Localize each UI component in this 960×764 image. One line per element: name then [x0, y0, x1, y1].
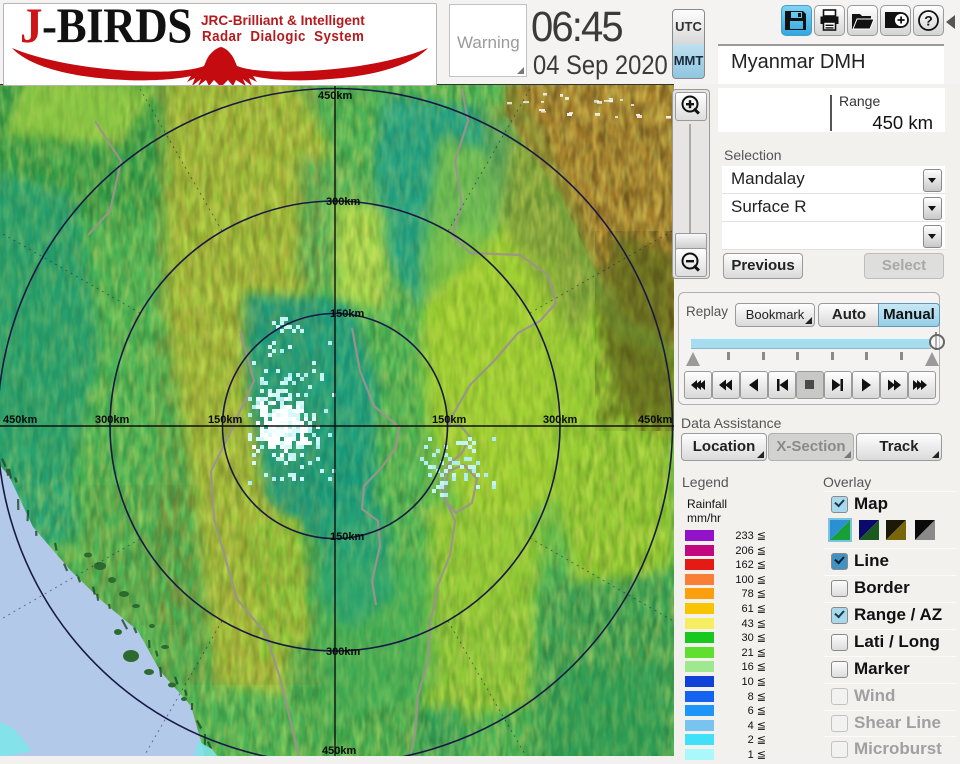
svg-text:300km: 300km [543, 414, 577, 426]
svg-text:150km: 150km [330, 308, 364, 320]
svg-text:450km: 450km [638, 414, 672, 426]
svg-text:150km: 150km [208, 414, 242, 426]
svg-text:150km: 150km [330, 531, 364, 543]
svg-text:300km: 300km [95, 414, 129, 426]
svg-text:150km: 150km [432, 414, 466, 426]
svg-text:300km: 300km [326, 646, 360, 658]
svg-text:450km: 450km [322, 745, 356, 756]
svg-text:?: ? [924, 13, 933, 29]
svg-text:300km: 300km [326, 196, 360, 208]
svg-text:450km: 450km [3, 414, 37, 426]
svg-text:450km: 450km [318, 90, 352, 102]
